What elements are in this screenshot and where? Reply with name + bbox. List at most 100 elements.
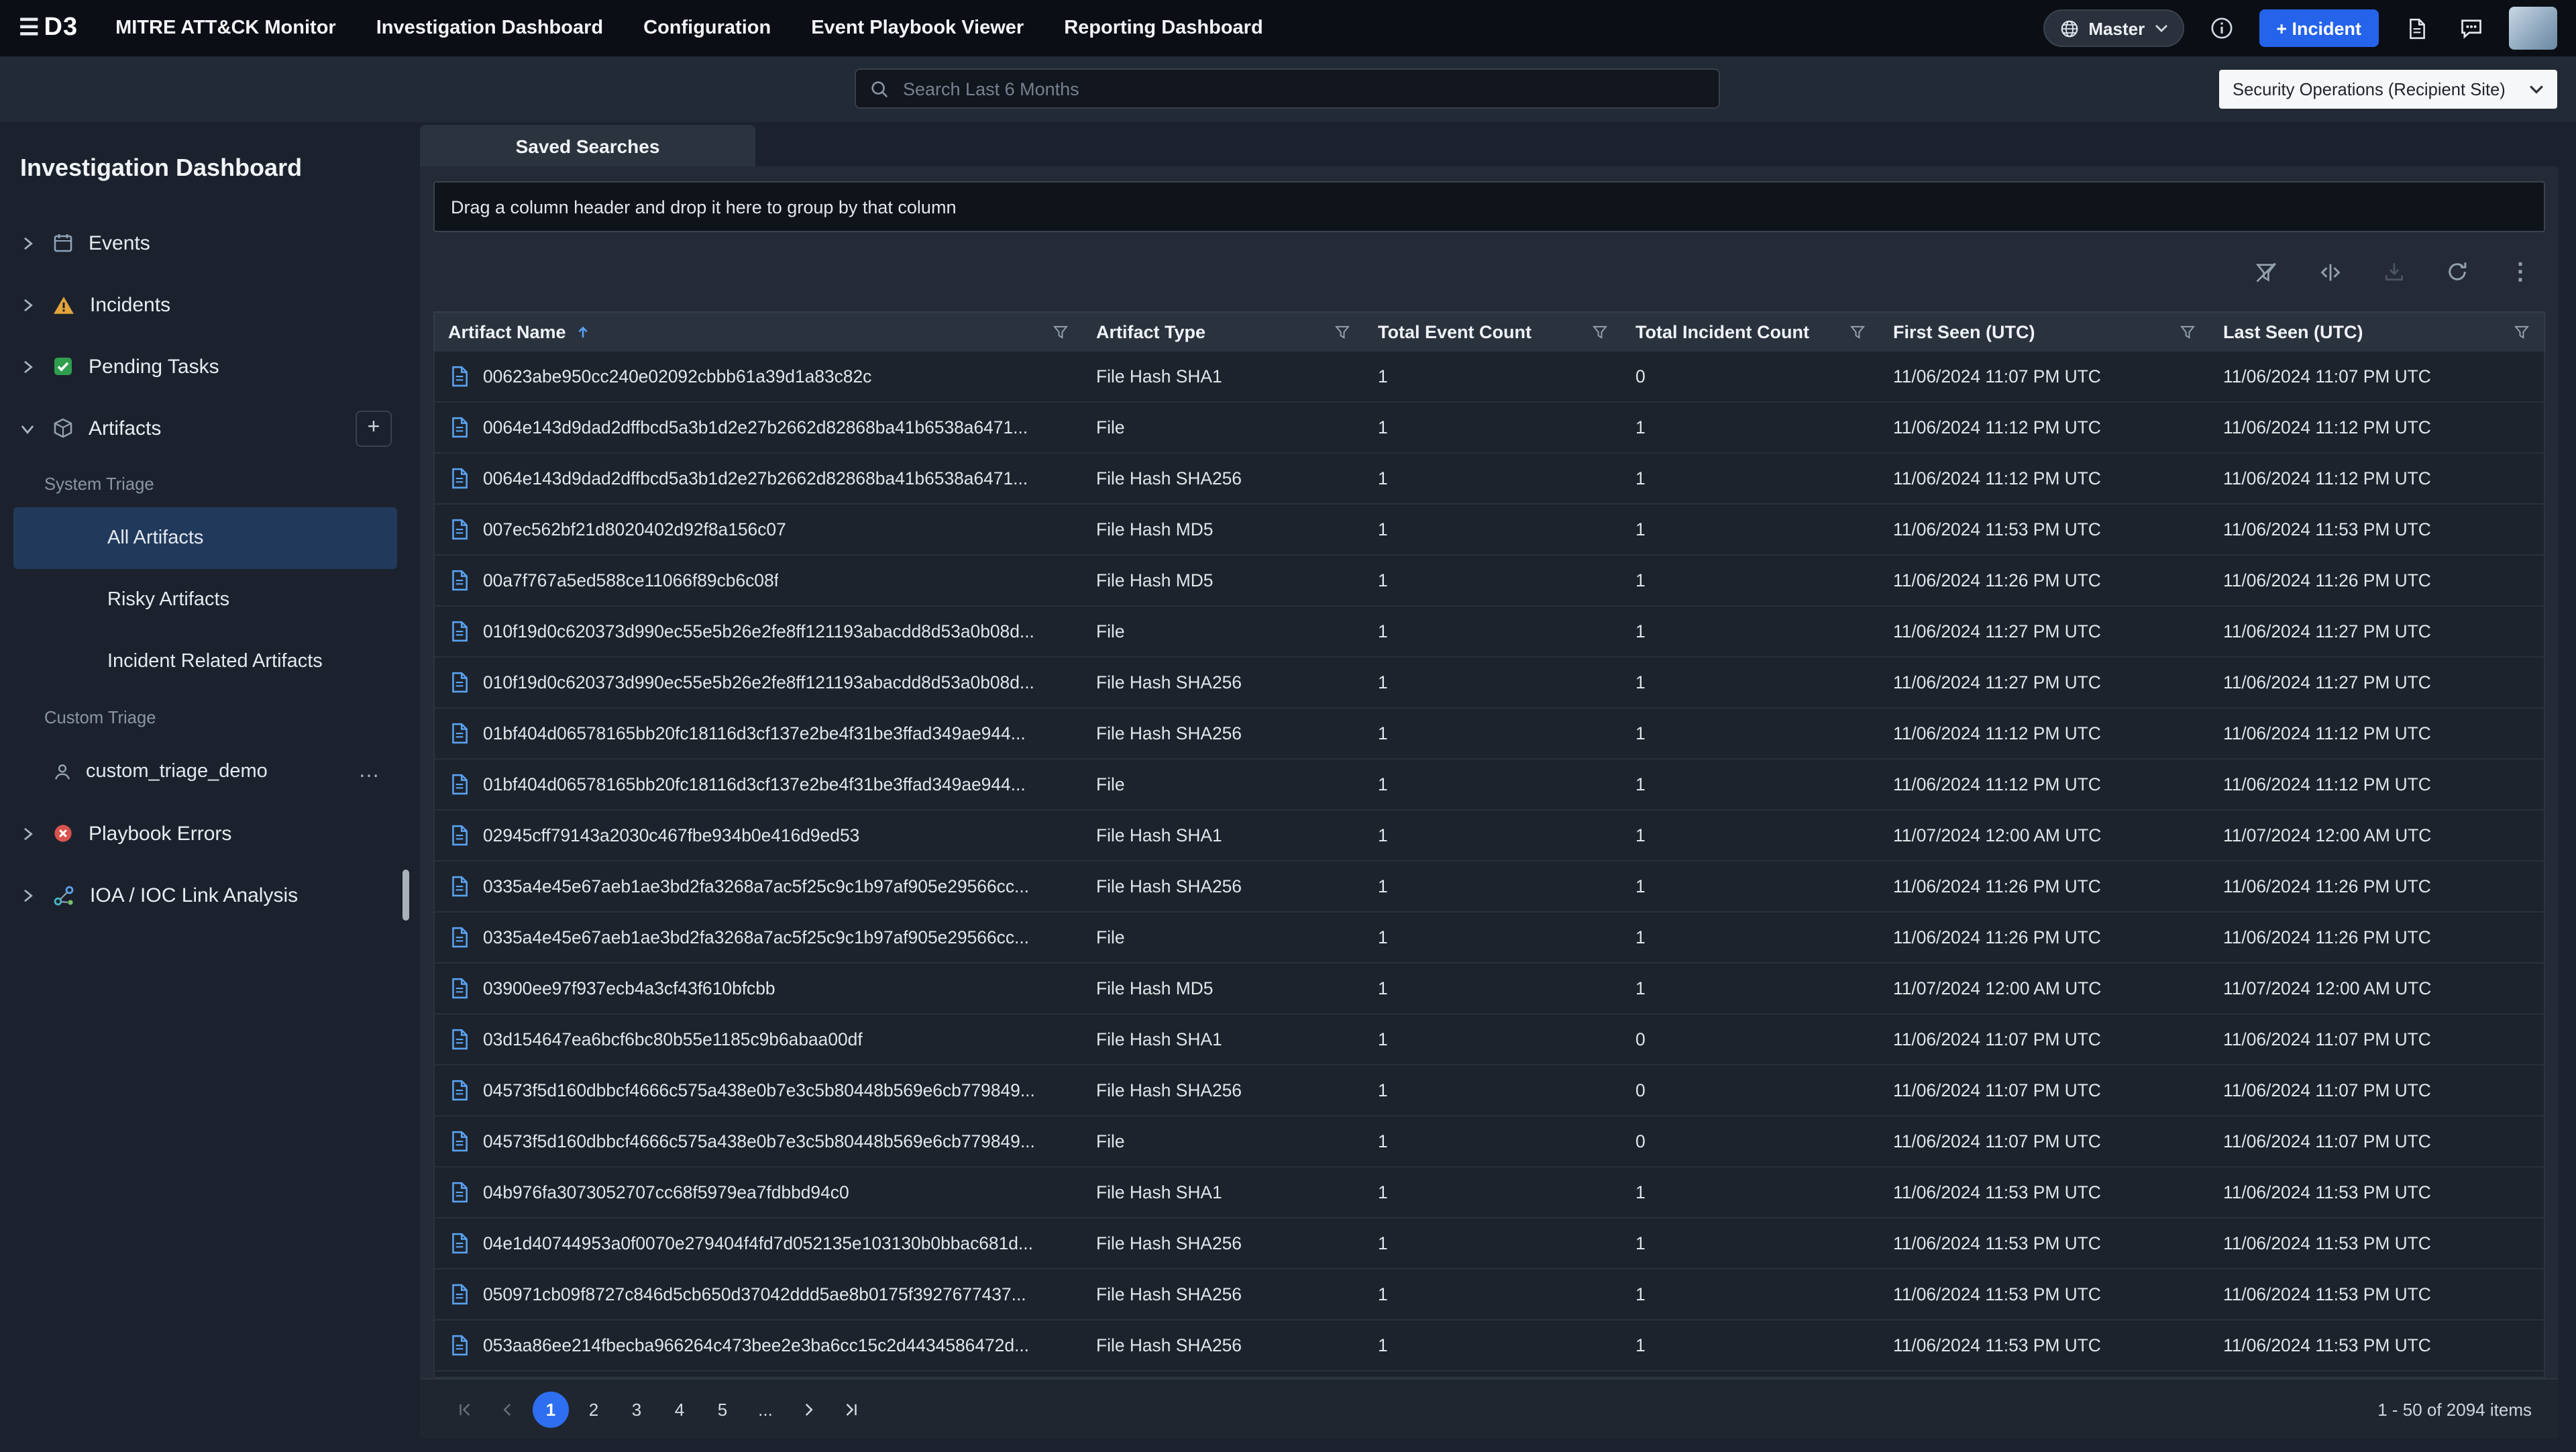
add-incident-button[interactable]: + Incident [2259, 9, 2379, 47]
nav-investigation-dashboard[interactable]: Investigation Dashboard [376, 17, 603, 39]
previous-page-button[interactable] [490, 1391, 526, 1427]
table-row[interactable]: 04b976fa3073052707cc68f5979ea7fdbbd94c0F… [435, 1168, 2544, 1218]
nav-reporting-dashboard[interactable]: Reporting Dashboard [1064, 17, 1263, 39]
column-header-last-seen[interactable]: Last Seen (UTC) [2210, 313, 2544, 352]
chat-icon[interactable] [2454, 11, 2489, 46]
sidebar-item-artifacts[interactable]: Artifacts + [0, 397, 411, 459]
first-page-button[interactable] [447, 1391, 483, 1427]
user-avatar[interactable] [2509, 7, 2557, 50]
table-row[interactable]: 0335a4e45e67aeb1ae3bd2fa3268a7ac5f25c9c1… [435, 913, 2544, 964]
table-row[interactable]: 02945cff79143a2030c467fbe934b0e416d9ed53… [435, 811, 2544, 862]
total-event-count: 1 [1364, 1117, 1622, 1166]
tab-saved-searches[interactable]: Saved Searches [420, 125, 755, 166]
site-selector-dropdown[interactable]: Security Operations (Recipient Site) [2219, 70, 2557, 109]
sidebar-item-pending-tasks[interactable]: Pending Tasks [0, 335, 411, 397]
group-by-drop-zone[interactable]: Drag a column header and drop it here to… [433, 181, 2545, 232]
globe-icon [2059, 18, 2079, 38]
artifact-type: File Hash SHA256 [1083, 1320, 1364, 1370]
nav-event-playbook-viewer[interactable]: Event Playbook Viewer [811, 17, 1024, 39]
table-row[interactable]: 04573f5d160dbbcf4666c575a438e0b7e3c5b804… [435, 1066, 2544, 1117]
report-document-icon[interactable] [2399, 11, 2434, 46]
filter-icon[interactable] [1849, 323, 1866, 341]
page-button-more[interactable]: ... [747, 1391, 784, 1427]
table-row[interactable]: 053aa86ee214fbecba966264c473bee2e3ba6cc1… [435, 1320, 2544, 1371]
d3-logo[interactable]: ☰ D3 [19, 13, 78, 43]
search-input[interactable] [900, 77, 1705, 100]
table-row[interactable]: 007ec562bf21d8020402d92f8a156c07File Has… [435, 505, 2544, 556]
filter-icon[interactable] [1052, 323, 1069, 341]
filter-icon[interactable] [2179, 323, 2196, 341]
total-incident-count: 1 [1622, 1218, 1880, 1268]
sidebar-item-risky-artifacts[interactable]: Risky Artifacts [13, 569, 397, 631]
sidebar-item-incident-related-artifacts[interactable]: Incident Related Artifacts [13, 631, 397, 692]
table-row[interactable]: 04e1d40744953a0f0070e279404f4fd7d052135e… [435, 1218, 2544, 1269]
column-header-total-event-count[interactable]: Total Event Count [1364, 313, 1622, 352]
error-icon [52, 823, 74, 844]
table-row[interactable]: 01bf404d06578165bb20fc18116d3cf137e2be4f… [435, 709, 2544, 760]
nav-mitre-attack-monitor[interactable]: MITRE ATT&CK Monitor [115, 17, 336, 39]
column-header-artifact-name[interactable]: Artifact Name [435, 313, 1083, 352]
link-analysis-icon [52, 884, 75, 906]
info-icon[interactable] [2204, 11, 2239, 46]
sidebar-item-label: IOA / IOC Link Analysis [90, 884, 298, 906]
column-label: First Seen (UTC) [1893, 322, 2035, 342]
refresh-icon[interactable] [2446, 260, 2469, 283]
first-seen: 11/06/2024 11:26 PM UTC [1880, 556, 2210, 605]
table-row[interactable]: 03d154647ea6bcf6bc80b55e1185c9b6abaa00df… [435, 1015, 2544, 1066]
first-seen: 11/07/2024 12:00 AM UTC [1880, 964, 2210, 1013]
column-reorder-icon[interactable] [2318, 260, 2343, 284]
more-options-icon[interactable]: ⋮ [2509, 258, 2532, 285]
page-button-1[interactable]: 1 [533, 1391, 569, 1427]
first-seen: 11/06/2024 11:27 PM UTC [1880, 607, 2210, 656]
table-row[interactable]: 0064e143d9dad2dffbcd5a3b1d2e27b2662d8286… [435, 454, 2544, 505]
sidebar-item-events[interactable]: Events [0, 212, 411, 274]
page-button-5[interactable]: 5 [704, 1391, 741, 1427]
table-row[interactable]: 03900ee97f937ecb4a3cf43f610bfcbbFile Has… [435, 964, 2544, 1015]
page-button-3[interactable]: 3 [619, 1391, 655, 1427]
chevron-down-icon [2529, 85, 2544, 94]
add-artifact-view-button[interactable]: + [356, 410, 392, 446]
nav-configuration[interactable]: Configuration [643, 17, 771, 39]
artifact-type: File Hash SHA1 [1083, 352, 1364, 401]
sidebar-item-ioa-ioc-link-analysis[interactable]: IOA / IOC Link Analysis [0, 864, 411, 926]
table-row[interactable]: 0064e143d9dad2dffbcd5a3b1d2e27b2662d8286… [435, 403, 2544, 454]
last-seen: 11/06/2024 11:53 PM UTC [2210, 1168, 2544, 1217]
top-bar: ☰ D3 MITRE ATT&CK Monitor Investigation … [0, 0, 2576, 56]
table-row[interactable]: 0335a4e45e67aeb1ae3bd2fa3268a7ac5f25c9c1… [435, 862, 2544, 913]
table-row[interactable]: 04573f5d160dbbcf4666c575a438e0b7e3c5b804… [435, 1117, 2544, 1168]
sidebar-item-incidents[interactable]: Incidents [0, 274, 411, 335]
total-event-count: 1 [1364, 811, 1622, 860]
file-icon [448, 467, 471, 490]
filter-icon[interactable] [1334, 323, 1351, 341]
global-search [855, 68, 1720, 109]
page-button-2[interactable]: 2 [576, 1391, 612, 1427]
table-row[interactable]: 050971cb09f8727c846d5cb650d37042ddd5ae8b… [435, 1269, 2544, 1320]
last-seen: 11/06/2024 11:12 PM UTC [2210, 454, 2544, 503]
sidebar-item-playbook-errors[interactable]: Playbook Errors [0, 802, 411, 864]
table-row[interactable]: 010f19d0c620373d990ec55e5b26e2fe8ff12119… [435, 658, 2544, 709]
table-row[interactable]: 010f19d0c620373d990ec55e5b26e2fe8ff12119… [435, 607, 2544, 658]
sidebar-resize-handle[interactable] [402, 870, 409, 921]
column-header-artifact-type[interactable]: Artifact Type [1083, 313, 1364, 352]
column-header-total-incident-count[interactable]: Total Incident Count [1622, 313, 1880, 352]
last-page-button[interactable] [833, 1391, 869, 1427]
table-row[interactable]: 01bf404d06578165bb20fc18116d3cf137e2be4f… [435, 760, 2544, 811]
table-row[interactable]: 00623abe950cc240e02092cbbb61a39d1a83c82c… [435, 352, 2544, 403]
artifact-name: 0335a4e45e67aeb1ae3bd2fa3268a7ac5f25c9c1… [483, 876, 1029, 896]
chevron-right-icon [19, 234, 38, 252]
sidebar-item-all-artifacts[interactable]: All Artifacts [13, 507, 397, 569]
column-header-first-seen[interactable]: First Seen (UTC) [1880, 313, 2210, 352]
first-seen: 11/07/2024 12:00 AM UTC [1880, 811, 2210, 860]
filter-icon[interactable] [1591, 323, 1609, 341]
more-options-icon[interactable]: … [358, 760, 381, 784]
sidebar-item-custom-triage-demo[interactable]: custom_triage_demo … [0, 741, 411, 802]
page-button-4[interactable]: 4 [661, 1391, 698, 1427]
artifact-name: 04b976fa3073052707cc68f5979ea7fdbbd94c0 [483, 1182, 849, 1202]
table-row[interactable]: 00a7f767a5ed588ce11066f89cb6c08fFile Has… [435, 556, 2544, 607]
filter-icon[interactable] [2513, 323, 2530, 341]
next-page-button[interactable] [790, 1391, 826, 1427]
table-row[interactable]: 05b174ead30d77240dad785b2c0a2587File Has… [435, 1371, 2544, 1378]
clear-filters-icon[interactable] [2254, 260, 2278, 284]
master-selector[interactable]: Master [2043, 9, 2184, 47]
sidebar: Investigation Dashboard Events Incidents… [0, 122, 411, 1452]
